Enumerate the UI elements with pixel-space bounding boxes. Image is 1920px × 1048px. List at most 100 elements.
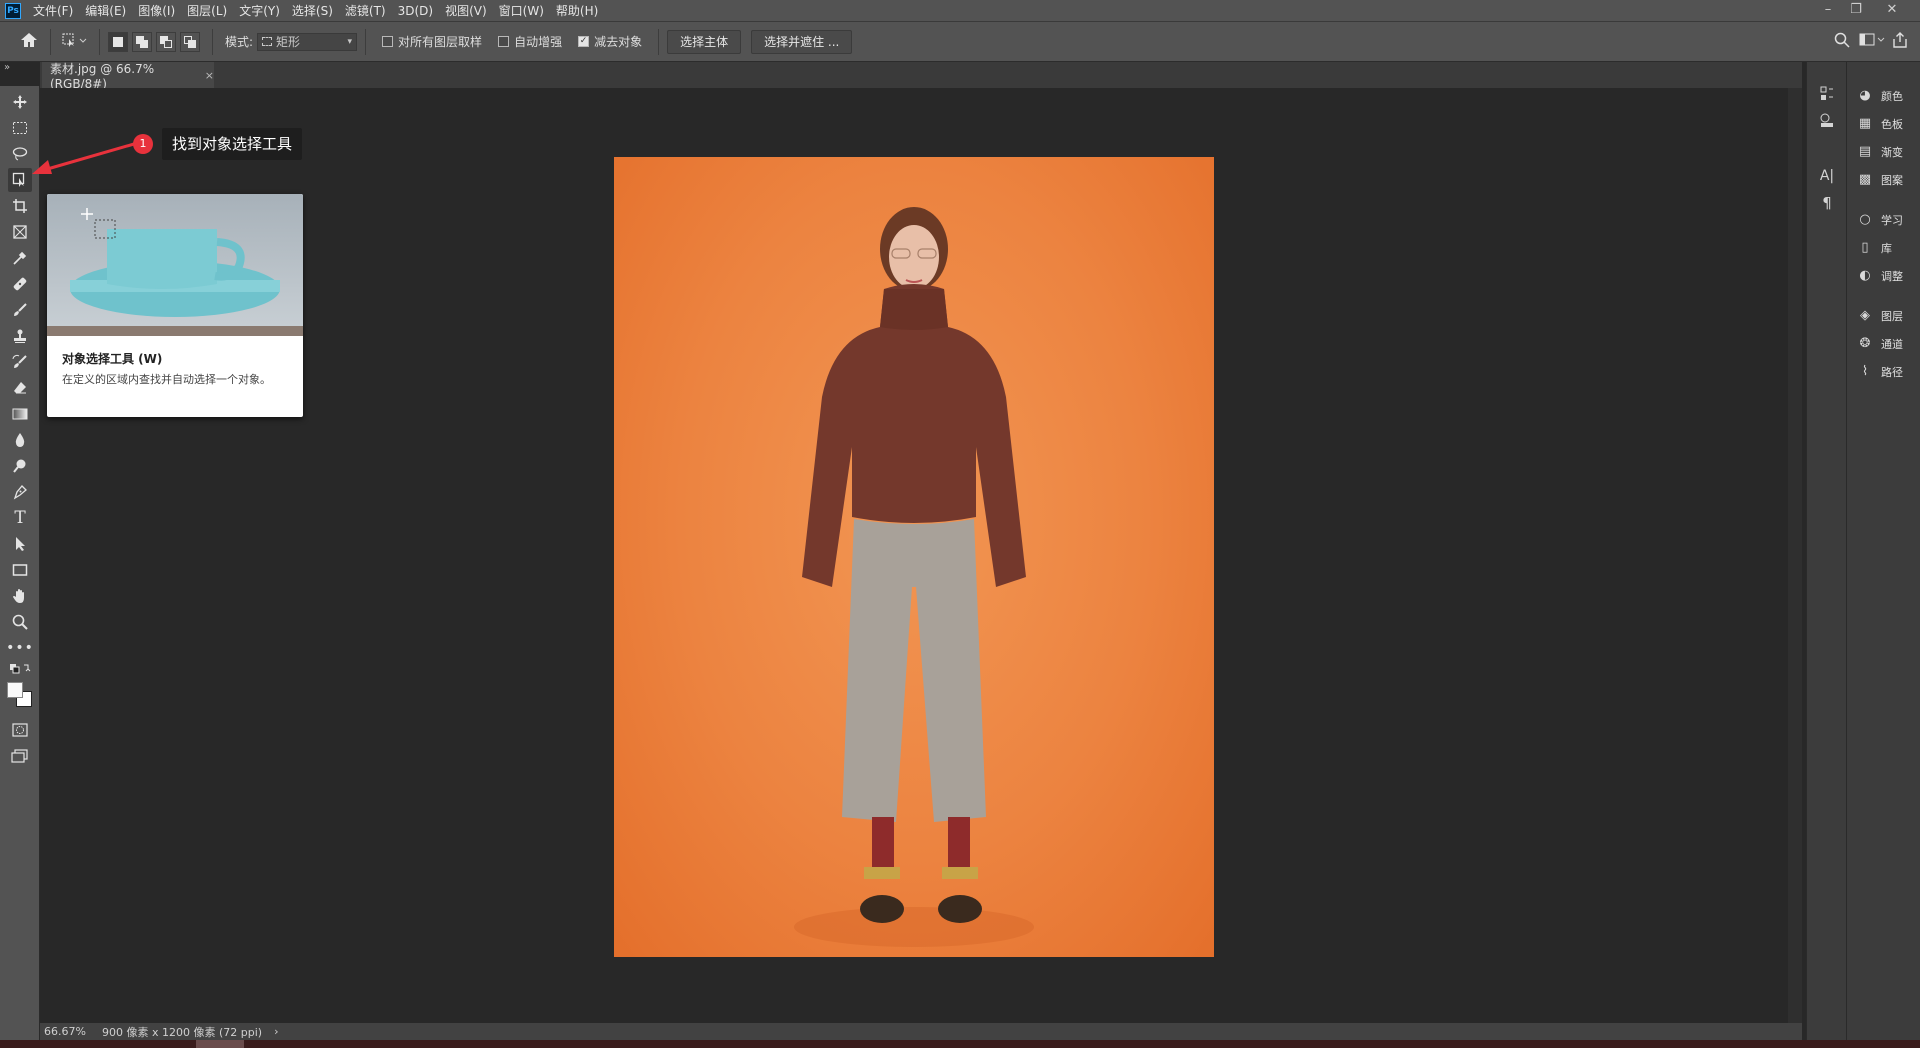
subtract-object-checkbox[interactable]: ✓ 减去对象 bbox=[578, 33, 642, 50]
menu-3d[interactable]: 3D(D) bbox=[392, 0, 439, 22]
history-panel-icon[interactable] bbox=[1817, 86, 1837, 106]
hand-tool-icon[interactable] bbox=[8, 584, 32, 608]
divider bbox=[50, 28, 51, 55]
share-icon[interactable] bbox=[1888, 31, 1912, 52]
panel-dock: A| ¶ bbox=[1806, 62, 1846, 1040]
document-tab-bar: 素材.jpg @ 66.7%(RGB/8#) × bbox=[40, 62, 1802, 91]
paragraph-panel-icon[interactable]: ¶ bbox=[1817, 194, 1837, 214]
menu-filter[interactable]: 滤镜(T) bbox=[339, 0, 392, 22]
rectangle-tool-icon[interactable] bbox=[8, 558, 32, 582]
mode-dropdown[interactable]: 矩形 ▾ bbox=[257, 32, 358, 51]
panel-adjustments[interactable]: ◐ 调整 bbox=[1857, 268, 1903, 284]
type-tool-icon[interactable]: T bbox=[8, 506, 32, 530]
workspace-icon[interactable] bbox=[1856, 32, 1888, 51]
lasso-tool-icon[interactable] bbox=[8, 142, 32, 166]
sample-all-layers-label: 对所有图层取样 bbox=[398, 35, 483, 49]
path-selection-tool-icon[interactable] bbox=[8, 532, 32, 556]
brush-tool-icon[interactable] bbox=[8, 298, 32, 322]
panel-layers[interactable]: ◈ 图层 bbox=[1857, 308, 1903, 324]
document-tab[interactable]: 素材.jpg @ 66.7%(RGB/8#) × bbox=[42, 62, 214, 91]
home-icon[interactable] bbox=[16, 32, 42, 52]
zoom-tool-icon[interactable] bbox=[8, 610, 32, 634]
annotation-label: 找到对象选择工具 bbox=[162, 128, 303, 160]
dodge-tool-icon[interactable] bbox=[8, 454, 32, 478]
select-subject-button[interactable]: 选择主体 bbox=[667, 29, 742, 54]
close-window-icon[interactable]: ✕ bbox=[1878, 0, 1906, 22]
menu-file[interactable]: 文件(F) bbox=[27, 0, 79, 22]
quick-mask-icon[interactable] bbox=[8, 718, 32, 742]
menu-select[interactable]: 选择(S) bbox=[286, 0, 339, 22]
minimize-icon[interactable]: – bbox=[1814, 0, 1842, 22]
healing-brush-tool-icon[interactable] bbox=[8, 272, 32, 296]
panel-gradients[interactable]: ▤ 渐变 bbox=[1857, 144, 1903, 160]
eyedropper-tool-icon[interactable] bbox=[8, 246, 32, 270]
menu-edit[interactable]: 编辑(E) bbox=[79, 0, 132, 22]
auto-enhance-checkbox[interactable]: 自动增强 bbox=[498, 33, 562, 50]
panel-gradients-label: 渐变 bbox=[1881, 146, 1903, 159]
menu-type[interactable]: 文字(Y) bbox=[233, 0, 286, 22]
eraser-tool-icon[interactable] bbox=[8, 376, 32, 400]
checkbox-box[interactable] bbox=[498, 36, 510, 47]
subtract-selection-mode-icon[interactable] bbox=[156, 31, 176, 52]
checkbox-box[interactable] bbox=[382, 36, 394, 47]
frame-tool-icon[interactable] bbox=[8, 220, 32, 244]
menu-view[interactable]: 视图(V) bbox=[439, 0, 493, 22]
panel-libraries[interactable]: ▯ 库 bbox=[1857, 240, 1892, 256]
gradient-tool-icon[interactable] bbox=[8, 402, 32, 426]
history-brush-tool-icon[interactable] bbox=[8, 350, 32, 374]
collapse-toolbar-icon[interactable]: » bbox=[4, 62, 10, 73]
zoom-level[interactable]: 66.67% bbox=[44, 1025, 92, 1038]
object-selection-tool-icon[interactable] bbox=[8, 168, 32, 192]
crop-tool-icon[interactable] bbox=[8, 194, 32, 218]
tool-preset-picker-icon[interactable] bbox=[59, 32, 91, 52]
palette-icon: ◕ bbox=[1859, 88, 1871, 103]
marquee-tool-icon[interactable] bbox=[8, 116, 32, 140]
search-icon[interactable] bbox=[1828, 32, 1856, 52]
properties-panel-icon[interactable] bbox=[1817, 112, 1837, 132]
panel-paths-label: 路径 bbox=[1881, 366, 1903, 379]
screen-mode-icon[interactable] bbox=[8, 744, 32, 768]
restore-icon[interactable]: ❐ bbox=[1842, 0, 1870, 22]
character-panel-icon[interactable]: A| bbox=[1817, 168, 1837, 188]
tools-panel: T ••• bbox=[0, 86, 40, 1048]
more-tools-icon[interactable]: ••• bbox=[6, 636, 33, 660]
grid-icon: ▦ bbox=[1858, 116, 1872, 131]
panel-swatches-label: 色板 bbox=[1881, 118, 1903, 131]
mode-dropdown-value: 矩形 bbox=[276, 35, 301, 49]
menu-window[interactable]: 窗口(W) bbox=[493, 0, 550, 22]
panel-color-label: 颜色 bbox=[1881, 90, 1903, 103]
clone-stamp-tool-icon[interactable] bbox=[8, 324, 32, 348]
new-selection-mode-icon[interactable] bbox=[108, 31, 128, 52]
panel-channels[interactable]: ❂ 通道 bbox=[1857, 336, 1903, 352]
canvas-area[interactable] bbox=[40, 88, 1802, 1023]
menu-help[interactable]: 帮助(H) bbox=[550, 0, 604, 22]
annotation-step-badge: 1 bbox=[133, 134, 153, 154]
panel-patterns-label: 图案 bbox=[1881, 174, 1903, 187]
status-menu-arrow-icon[interactable]: › bbox=[274, 1025, 278, 1038]
default-colors-icon[interactable] bbox=[8, 662, 32, 676]
color-swatches[interactable] bbox=[7, 682, 33, 708]
move-tool-icon[interactable] bbox=[8, 90, 32, 114]
intersect-selection-mode-icon[interactable] bbox=[180, 31, 200, 52]
close-tab-icon[interactable]: × bbox=[205, 69, 214, 82]
foreground-color-swatch[interactable] bbox=[7, 682, 23, 698]
horizontal-scroll-thumb[interactable] bbox=[196, 1040, 244, 1048]
document-image[interactable] bbox=[614, 157, 1214, 957]
panel-learn[interactable]: ○ 学习 bbox=[1857, 212, 1903, 228]
vertical-scrollbar[interactable] bbox=[1788, 88, 1802, 1023]
mode-label: 模式: bbox=[225, 35, 254, 49]
panel-color[interactable]: ◕ 颜色 bbox=[1857, 88, 1903, 104]
menu-image[interactable]: 图像(I) bbox=[132, 0, 181, 22]
panel-swatches[interactable]: ▦ 色板 bbox=[1857, 116, 1903, 132]
blur-tool-icon[interactable] bbox=[8, 428, 32, 452]
panel-adjustments-label: 调整 bbox=[1881, 270, 1903, 283]
tool-tooltip-card: 对象选择工具 (W) 在定义的区域内查找并自动选择一个对象。 bbox=[47, 194, 303, 417]
checkmark-icon[interactable]: ✓ bbox=[578, 36, 590, 47]
sample-all-layers-checkbox[interactable]: 对所有图层取样 bbox=[382, 33, 482, 50]
menu-layer[interactable]: 图层(L) bbox=[181, 0, 233, 22]
panel-patterns[interactable]: ▩ 图案 bbox=[1857, 172, 1903, 188]
pen-tool-icon[interactable] bbox=[8, 480, 32, 504]
add-selection-mode-icon[interactable] bbox=[132, 31, 152, 52]
select-and-mask-button[interactable]: 选择并遮住 ... bbox=[751, 29, 853, 54]
panel-paths[interactable]: ⌇ 路径 bbox=[1857, 364, 1903, 380]
